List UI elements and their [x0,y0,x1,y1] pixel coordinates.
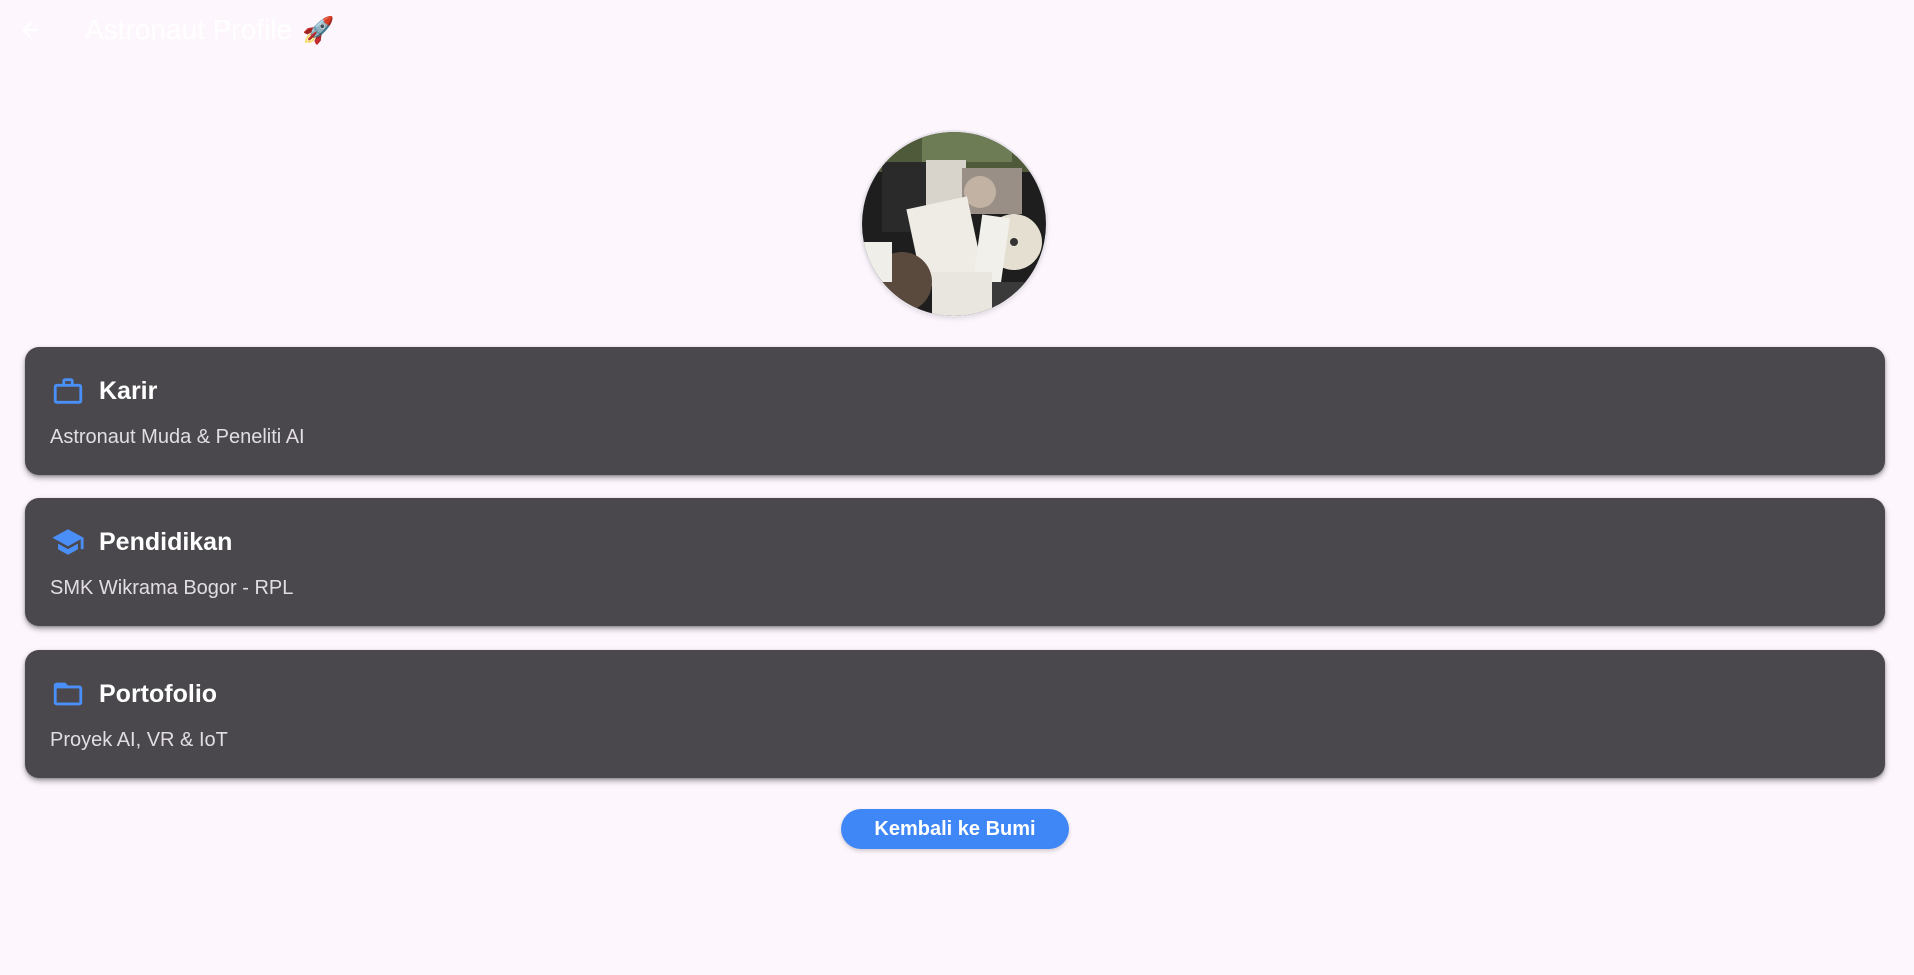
career-card-title: Karir [99,377,158,405]
page-title: Astronaut Profile 🚀 [85,12,334,48]
career-card-subtitle: Astronaut Muda & Peneliti AI [50,426,305,448]
education-card-header: Pendidikan [51,524,232,560]
page-title-text: Astronaut Profile [85,14,292,45]
career-card[interactable]: Karir Astronaut Muda & Peneliti AI [25,347,1885,475]
rocket-emoji: 🚀 [302,15,335,45]
back-button[interactable] [14,14,46,46]
avatar-image [862,132,1046,316]
portfolio-card[interactable]: Portofolio Proyek AI, VR & IoT [25,650,1885,778]
portfolio-card-title: Portofolio [99,680,218,708]
graduation-cap-icon [51,525,85,559]
back-to-earth-button[interactable]: Kembali ke Bumi [841,809,1069,849]
arrow-back-icon [22,22,38,38]
education-card-subtitle: SMK Wikrama Bogor - RPL [50,577,294,599]
portfolio-card-subtitle: Proyek AI, VR & IoT [50,729,228,751]
app-bar: Astronaut Profile 🚀 [0,0,1914,60]
education-card[interactable]: Pendidikan SMK Wikrama Bogor - RPL [25,498,1885,626]
avatar [862,132,1046,316]
briefcase-icon [51,374,85,408]
portfolio-card-header: Portofolio [51,676,217,712]
education-card-title: Pendidikan [99,528,233,556]
career-card-header: Karir [51,373,157,409]
folder-icon [51,677,85,711]
